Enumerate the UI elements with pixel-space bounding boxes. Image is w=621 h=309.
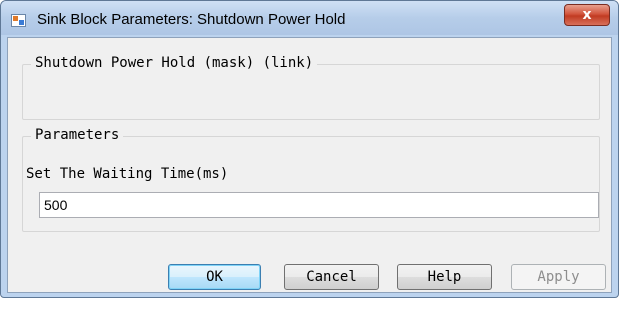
mask-description-group: Shutdown Power Hold (mask) (link) [22, 55, 600, 120]
dialog-body: Shutdown Power Hold (mask) (link) Parame… [7, 37, 612, 293]
waiting-time-input[interactable] [39, 192, 599, 218]
simulink-app-icon [11, 14, 26, 27]
close-icon[interactable]: x [564, 4, 610, 26]
waiting-time-label: Set The Waiting Time(ms) [26, 166, 229, 182]
apply-button[interactable]: Apply [511, 264, 606, 290]
help-button[interactable]: Help [397, 264, 492, 290]
cancel-button[interactable]: Cancel [284, 264, 379, 290]
dialog-window: Sink Block Parameters: Shutdown Power Ho… [0, 0, 619, 298]
window-title: Sink Block Parameters: Shutdown Power Ho… [37, 11, 346, 28]
mask-group-legend: Shutdown Power Hold (mask) (link) [31, 55, 318, 71]
parameters-group-legend: Parameters [31, 127, 124, 143]
ok-button[interactable]: OK [168, 264, 261, 290]
title-bar[interactable]: Sink Block Parameters: Shutdown Power Ho… [1, 1, 618, 35]
